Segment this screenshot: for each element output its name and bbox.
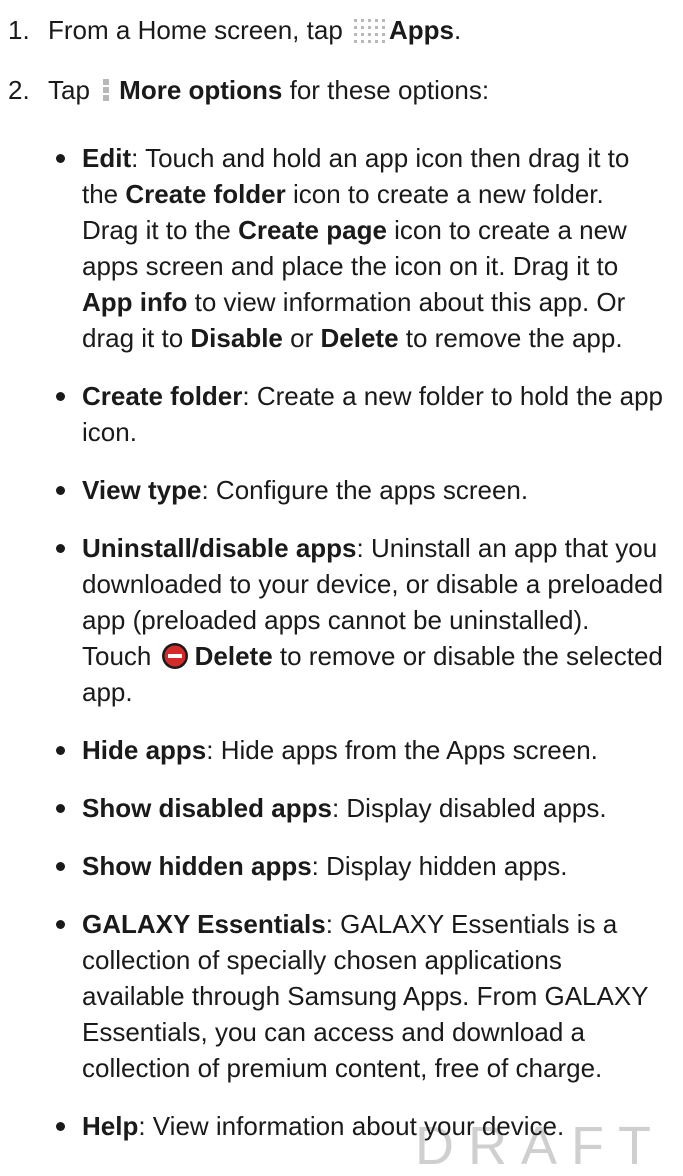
more-options-label: More options bbox=[119, 75, 283, 105]
option-title: View type bbox=[82, 475, 202, 505]
step-text: Tap bbox=[48, 75, 90, 105]
option-title: Show disabled apps bbox=[82, 793, 332, 823]
option-item: Uninstall/disable apps: Uninstall an app… bbox=[56, 530, 665, 710]
step-number: 2. bbox=[8, 75, 30, 105]
bullet-dot bbox=[56, 392, 65, 401]
apps-grid-icon bbox=[354, 19, 386, 43]
option-item: Edit: Touch and hold an app icon then dr… bbox=[56, 140, 665, 356]
option-item: Show disabled apps: Display disabled app… bbox=[56, 790, 665, 826]
option-text: : View information about your device. bbox=[138, 1111, 565, 1141]
option-title: GALAXY Essentials bbox=[82, 909, 326, 939]
option-item: View type: Configure the apps screen. bbox=[56, 472, 665, 508]
bullet-dot bbox=[56, 804, 65, 813]
option-text: : Configure the apps screen. bbox=[201, 475, 529, 505]
option-item: Show hidden apps: Display hidden apps. bbox=[56, 848, 665, 884]
step-2: 2. Tap More options for these options: bbox=[8, 72, 665, 108]
instructions-page: 1. From a Home screen, tap Apps. 2. Tap Mo… bbox=[0, 0, 683, 1173]
more-options-icon bbox=[103, 79, 110, 101]
bullet-dot bbox=[56, 486, 65, 495]
option-title: Hide apps bbox=[82, 735, 207, 765]
option-emphasis: App info bbox=[82, 287, 188, 317]
option-item: GALAXY Essentials: GALAXY Essentials is … bbox=[56, 906, 665, 1086]
step-1: 1. From a Home screen, tap Apps. bbox=[8, 12, 665, 48]
option-item: Help: View information about your device… bbox=[56, 1108, 665, 1144]
delete-icon bbox=[161, 643, 188, 669]
bullet-dot bbox=[56, 154, 65, 163]
step-text: From a Home screen, tap bbox=[48, 15, 343, 45]
option-title: Edit bbox=[82, 143, 132, 173]
bullet-dot bbox=[56, 862, 65, 871]
option-title: Create folder bbox=[82, 381, 243, 411]
option-text: : Display disabled apps. bbox=[331, 793, 607, 823]
option-emphasis: Delete bbox=[320, 323, 399, 353]
options-list: Edit: Touch and hold an app icon then dr… bbox=[56, 140, 665, 1166]
apps-label: Apps bbox=[389, 15, 455, 45]
option-title: Help bbox=[82, 1111, 139, 1141]
bullet-dot bbox=[56, 920, 65, 929]
bullet-dot bbox=[56, 544, 65, 553]
option-text: : Hide apps from the Apps screen. bbox=[206, 735, 598, 765]
option-emphasis: Disable bbox=[190, 323, 283, 353]
bullet-dot bbox=[56, 746, 65, 755]
option-item: Create folder: Create a new folder to ho… bbox=[56, 378, 665, 450]
bullet-dot bbox=[56, 1122, 65, 1131]
option-title: Uninstall/disable apps bbox=[82, 533, 357, 563]
option-emphasis: Create page bbox=[238, 215, 387, 245]
option-text: : Display hidden apps. bbox=[311, 851, 568, 881]
option-item: Hide apps: Hide apps from the Apps scree… bbox=[56, 732, 665, 768]
option-title: Show hidden apps bbox=[82, 851, 312, 881]
step-number: 1. bbox=[8, 15, 30, 45]
option-text: or bbox=[282, 323, 321, 353]
option-text: to remove the app. bbox=[398, 323, 623, 353]
option-emphasis: Delete bbox=[194, 641, 273, 671]
option-emphasis: Create folder bbox=[125, 179, 286, 209]
